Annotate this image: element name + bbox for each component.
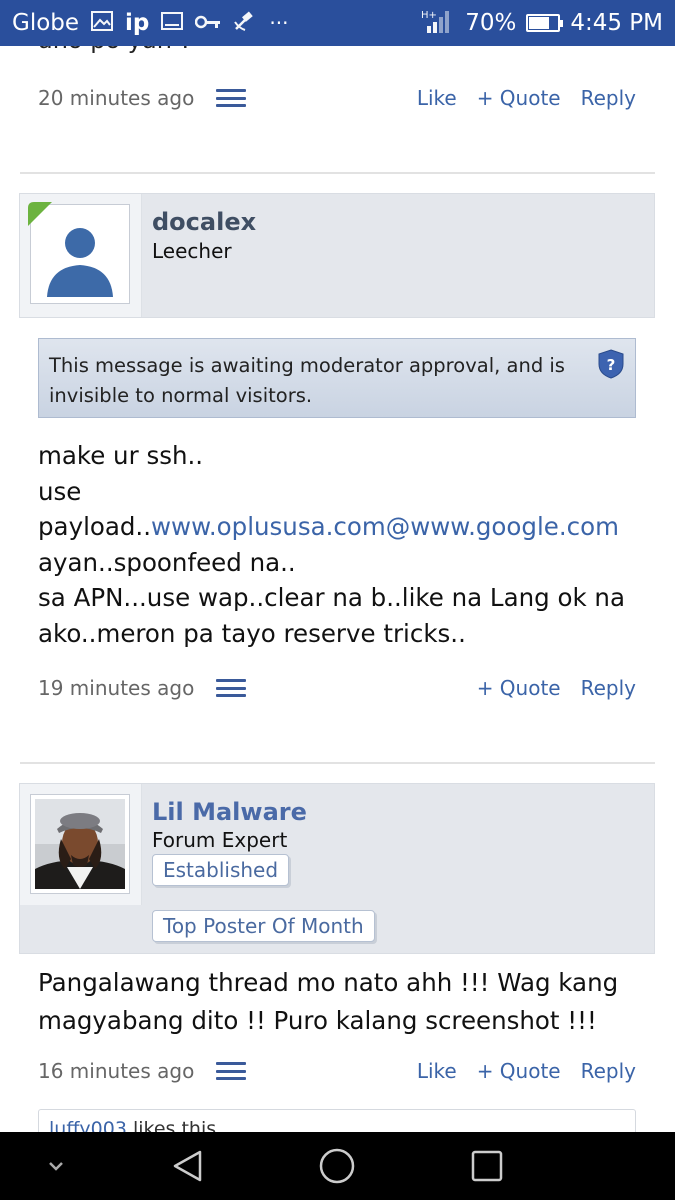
status-bar: Globe ip ··· H+ 70% 4:45 PM bbox=[0, 0, 675, 46]
previous-post-meta: 20 minutes ago Like + Quote Reply bbox=[38, 83, 636, 113]
avatar[interactable] bbox=[30, 794, 130, 894]
previous-post-text: ano po yan ? bbox=[38, 46, 192, 54]
ip-notification-label: ip bbox=[125, 10, 150, 36]
payload-link[interactable]: www.oplususa.com@www.google.com bbox=[151, 512, 619, 541]
post-actions: Like + Quote Reply bbox=[417, 86, 636, 110]
quote-link[interactable]: + Quote bbox=[477, 86, 561, 110]
user-photo-avatar bbox=[35, 799, 125, 889]
quote-link[interactable]: + Quote bbox=[477, 1059, 561, 1083]
liker-link[interactable]: luffy003 bbox=[49, 1118, 127, 1132]
post-menu-icon[interactable] bbox=[216, 679, 246, 697]
post-actions: + Quote Reply bbox=[477, 676, 636, 700]
satellite-icon bbox=[233, 10, 257, 37]
post-meta: 19 minutes ago + Quote Reply bbox=[38, 673, 636, 703]
svg-text:H+: H+ bbox=[421, 10, 437, 21]
post-menu-icon[interactable] bbox=[216, 1062, 246, 1080]
thread-content[interactable]: ano po yan ? 20 minutes ago Like + Quote… bbox=[0, 46, 675, 1132]
moderation-notice: This message is awaiting moderator appro… bbox=[38, 338, 636, 418]
signal-strength-icon: H+ bbox=[421, 8, 455, 39]
quote-link[interactable]: + Quote bbox=[477, 676, 561, 700]
post-author-block: Lil Malware Forum Expert Established Top… bbox=[19, 783, 655, 954]
post-body: make ur ssh.. use payload..www.oplususa.… bbox=[38, 438, 638, 651]
help-shield-icon[interactable]: ? bbox=[597, 349, 625, 379]
status-right: H+ 70% 4:45 PM bbox=[421, 8, 663, 39]
post-line: magyabang dito !! Puro kalang screenshot… bbox=[38, 1005, 597, 1035]
post-body: Pangalawang thread mo nato ahh !!! Wag k… bbox=[38, 964, 638, 1039]
post-meta: 16 minutes ago Like + Quote Reply bbox=[38, 1056, 636, 1086]
user-title: Leecher bbox=[152, 239, 232, 263]
post-divider bbox=[20, 172, 655, 174]
carrier-name: Globe bbox=[12, 10, 80, 36]
post-line: payload..www.oplususa.com@www.google.com bbox=[38, 509, 638, 545]
avatar-cell bbox=[20, 194, 142, 317]
reply-link[interactable]: Reply bbox=[581, 1059, 636, 1083]
username[interactable]: docalex bbox=[152, 208, 256, 236]
back-button[interactable] bbox=[168, 1146, 208, 1186]
likes-summary: luffy003 likes this. bbox=[38, 1109, 636, 1132]
status-left: Globe ip ··· bbox=[12, 10, 288, 37]
post-line: ayan..spoonfeed na.. bbox=[38, 547, 296, 577]
likes-text: likes this. bbox=[126, 1118, 223, 1132]
avatar-cell bbox=[20, 784, 142, 905]
recents-square-icon bbox=[471, 1150, 503, 1182]
home-button[interactable] bbox=[317, 1146, 357, 1186]
established-badge: Established bbox=[152, 854, 290, 886]
battery-fill bbox=[529, 17, 549, 29]
vpn-key-icon bbox=[195, 13, 221, 34]
user-title: Forum Expert bbox=[152, 828, 288, 852]
clock: 4:45 PM bbox=[570, 10, 663, 36]
username[interactable]: Lil Malware bbox=[152, 798, 307, 826]
navigation-bar bbox=[0, 1132, 675, 1200]
reply-link[interactable]: Reply bbox=[581, 86, 636, 110]
post-time: 19 minutes ago bbox=[38, 676, 195, 700]
like-link[interactable]: Like bbox=[417, 86, 457, 110]
post-line: Pangalawang thread mo nato ahh !!! Wag k… bbox=[38, 968, 619, 997]
post-divider bbox=[20, 762, 655, 764]
post-actions: Like + Quote Reply bbox=[417, 1059, 636, 1083]
svg-text:?: ? bbox=[607, 356, 616, 374]
post-line: use bbox=[38, 476, 82, 506]
post-menu-icon[interactable] bbox=[216, 89, 246, 107]
battery-percent: 70% bbox=[465, 10, 517, 36]
image-notification-icon bbox=[91, 10, 114, 36]
top-poster-badge: Top Poster Of Month bbox=[152, 910, 375, 942]
online-indicator-icon bbox=[28, 202, 52, 226]
post-text: payload.. bbox=[38, 512, 152, 541]
keyboard-notification-icon bbox=[161, 11, 184, 35]
post-time: 20 minutes ago bbox=[38, 86, 195, 110]
back-triangle-icon bbox=[173, 1150, 202, 1182]
moderation-notice-text: This message is awaiting moderator appro… bbox=[49, 354, 565, 407]
post-line: sa APN...use wap..clear na b..like na La… bbox=[38, 583, 625, 612]
recents-button[interactable] bbox=[467, 1146, 507, 1186]
home-circle-icon bbox=[319, 1148, 355, 1184]
post-line: make ur ssh.. bbox=[38, 441, 204, 470]
post-time: 16 minutes ago bbox=[38, 1059, 195, 1083]
battery-icon bbox=[526, 14, 564, 32]
post-author-block: docalex Leecher bbox=[19, 193, 655, 318]
post-line: ako..meron pa tayo reserve tricks.. bbox=[38, 618, 466, 648]
more-notifications-icon: ··· bbox=[269, 11, 289, 35]
reply-link[interactable]: Reply bbox=[581, 676, 636, 700]
chevron-down-icon bbox=[49, 1162, 63, 1171]
hide-keyboard-button[interactable] bbox=[36, 1146, 76, 1186]
like-link[interactable]: Like bbox=[417, 1059, 457, 1083]
